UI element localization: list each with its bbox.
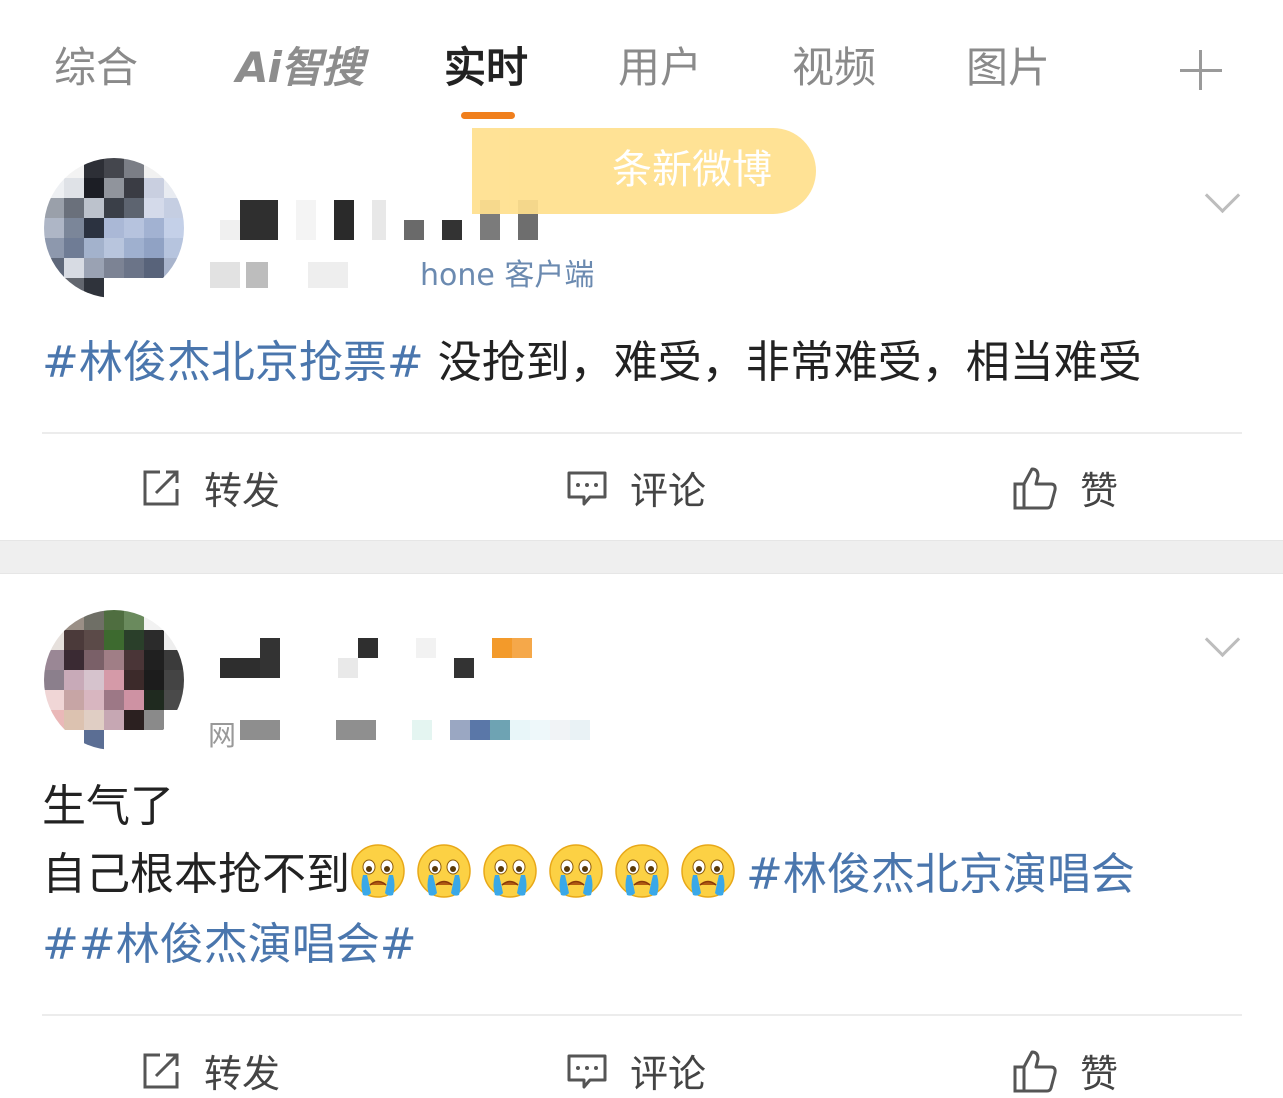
divider — [42, 432, 1242, 434]
crying-face-icon — [615, 844, 669, 898]
like-label: 赞 — [1080, 469, 1119, 513]
repost-icon — [143, 470, 179, 505]
tab-users[interactable]: 用户 — [618, 38, 702, 98]
post-text: 自己根本抢不到 — [42, 849, 350, 900]
tab-realtime[interactable]: 实时 — [444, 38, 528, 98]
like-button[interactable]: 赞 — [1012, 460, 1118, 515]
comment-icon — [567, 471, 607, 505]
tab-comprehensive[interactable]: 综合 — [54, 38, 138, 98]
post-text: 没抢到，难受，非常难受，相当难受 — [423, 337, 1142, 388]
thumbs-up-icon — [1013, 467, 1057, 509]
toast-label: 条新微博 — [612, 147, 772, 193]
crying-face-icon — [417, 844, 471, 898]
new-posts-toast[interactable]: 条新微博 — [472, 128, 816, 214]
add-tab-icon[interactable] — [1180, 50, 1222, 90]
crying-face-icon — [681, 844, 735, 898]
comment-button[interactable]: 评论 — [566, 460, 706, 515]
post-source: hone 客户端 — [420, 258, 595, 293]
post-meta-redacted: 网 — [208, 718, 591, 754]
repost-icon — [143, 1053, 179, 1088]
chevron-down-icon[interactable] — [1204, 177, 1241, 214]
emoji-row — [350, 844, 746, 900]
comment-label: 评论 — [630, 469, 707, 513]
like-button[interactable]: 赞 — [1012, 1043, 1118, 1098]
avatar[interactable] — [44, 610, 184, 750]
repost-button[interactable]: 转发 — [140, 460, 280, 515]
like-label: 赞 — [1080, 1052, 1119, 1096]
tab-ai-search[interactable]: Ai智搜 — [236, 38, 364, 98]
post-separator — [0, 540, 1283, 574]
repost-button[interactable]: 转发 — [140, 1043, 280, 1098]
active-tab-indicator — [461, 112, 515, 119]
topic-link[interactable]: #林俊杰北京演唱会 — [746, 849, 1135, 900]
post-content-line2: 自己根本抢不到 #林俊杰北京演唱会 — [42, 842, 1135, 908]
divider — [42, 1014, 1242, 1016]
comment-icon — [567, 1054, 607, 1088]
crying-face-icon — [483, 844, 537, 898]
username-redacted[interactable] — [220, 638, 532, 678]
comment-button[interactable]: 评论 — [566, 1043, 706, 1098]
crying-face-icon — [549, 844, 603, 898]
topic-link[interactable]: ##林俊杰演唱会# — [42, 919, 417, 970]
crying-face-icon — [351, 844, 405, 898]
post-meta-redacted — [210, 262, 348, 288]
post-content: #林俊杰北京抢票# 没抢到，难受，非常难受，相当难受 — [42, 330, 1142, 396]
comment-label: 评论 — [630, 1052, 707, 1096]
tab-images[interactable]: 图片 — [966, 38, 1050, 98]
avatar[interactable] — [44, 158, 184, 298]
post-content-line3: ##林俊杰演唱会# — [42, 912, 417, 978]
chevron-down-icon[interactable] — [1204, 621, 1241, 658]
repost-label: 转发 — [204, 469, 281, 513]
tab-videos[interactable]: 视频 — [792, 38, 876, 98]
repost-label: 转发 — [204, 1052, 281, 1096]
post-content-line1: 生气了 — [42, 781, 174, 832]
post-source: 网 — [208, 719, 237, 752]
topic-link[interactable]: #林俊杰北京抢票# — [42, 337, 424, 388]
thumbs-up-icon — [1013, 1050, 1057, 1092]
